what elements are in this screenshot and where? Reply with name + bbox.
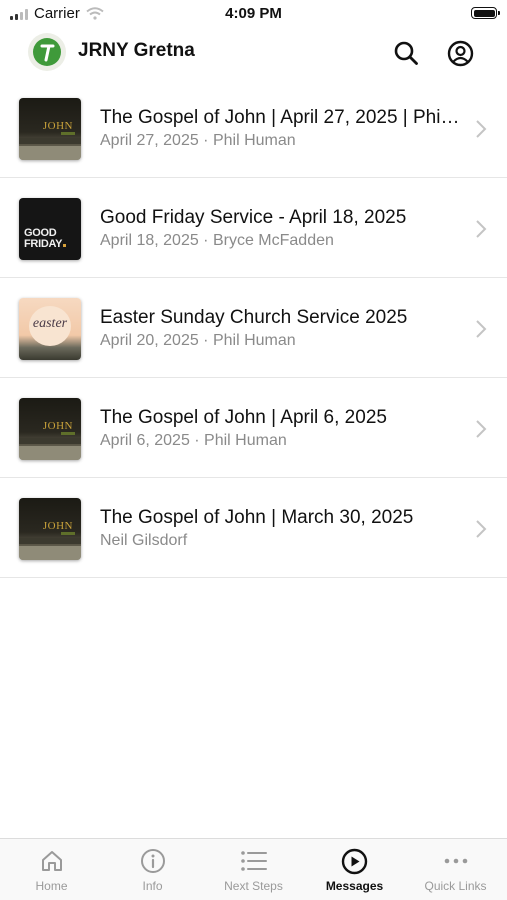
message-row[interactable]: easter Easter Sunday Church Service 2025… (0, 278, 507, 378)
tab-label: Next Steps (224, 879, 283, 893)
chevron-right-icon (476, 120, 487, 138)
message-title: Good Friday Service - April 18, 2025 (100, 207, 407, 228)
status-time: 4:09 PM (225, 5, 282, 22)
message-title: The Gospel of John | March 30, 2025 (100, 507, 414, 528)
tab-label: Quick Links (424, 879, 487, 893)
tab-next-steps[interactable]: Next Steps (203, 839, 304, 900)
chevron-right-icon (476, 320, 487, 338)
message-row[interactable]: JOHN The Gospel of John | March 30, 2025… (0, 478, 507, 578)
message-subtitle: Neil Gilsdorf (100, 532, 188, 549)
message-title: Easter Sunday Church Service 2025 (100, 307, 408, 328)
messages-list: JOHN The Gospel of John | April 27, 2025… (0, 78, 507, 578)
more-icon (444, 858, 467, 864)
tab-label: Messages (325, 879, 384, 893)
tab-home[interactable]: Home (1, 839, 102, 900)
info-icon (140, 849, 165, 873)
profile-button[interactable] (445, 38, 475, 68)
chevron-right-icon (476, 220, 487, 238)
message-subtitle: April 18, 2025 · Bryce McFadden (100, 232, 334, 249)
battery-icon (471, 7, 500, 19)
message-row[interactable]: GOOD FRIDAY Good Friday Service - April 1… (0, 178, 507, 278)
message-row[interactable]: JOHN The Gospel of John | April 6, 2025 … (0, 378, 507, 478)
message-title: The Gospel of John | April 6, 2025 (100, 407, 387, 428)
message-subtitle: April 6, 2025 · Phil Human (100, 432, 287, 449)
tab-bar: Home Info Next Steps Messages Quick Link… (0, 838, 507, 900)
message-thumbnail: JOHN (19, 398, 81, 460)
tab-label: Info (142, 879, 163, 893)
jrny-logo-icon (28, 33, 66, 71)
home-icon (41, 851, 62, 871)
search-button[interactable] (391, 38, 421, 68)
message-row[interactable]: JOHN The Gospel of John | April 27, 2025… (0, 78, 507, 178)
app-title: JRNY Gretna (78, 40, 195, 61)
app-header: JRNY Gretna (0, 28, 507, 78)
message-subtitle: April 20, 2025 · Phil Human (100, 332, 296, 349)
message-thumbnail: JOHN (19, 98, 81, 160)
message-thumbnail: easter (19, 298, 81, 360)
play-circle-icon (341, 848, 368, 874)
message-thumbnail: JOHN (19, 498, 81, 560)
tab-label: Home (35, 879, 68, 893)
message-thumbnail: GOOD FRIDAY (19, 198, 81, 260)
tab-info[interactable]: Info (102, 839, 203, 900)
message-subtitle: April 27, 2025 · Phil Human (100, 132, 296, 149)
status-bar: Carrier 4:09 PM (0, 0, 507, 28)
list-icon (240, 851, 267, 871)
tab-quick-links[interactable]: Quick Links (405, 839, 506, 900)
chevron-right-icon (476, 420, 487, 438)
search-icon (394, 41, 418, 65)
account-circle-icon (447, 40, 473, 66)
tab-messages[interactable]: Messages (304, 839, 405, 900)
message-title: The Gospel of John | April 27, 2025 | Ph… (100, 107, 460, 128)
chevron-right-icon (476, 520, 487, 538)
